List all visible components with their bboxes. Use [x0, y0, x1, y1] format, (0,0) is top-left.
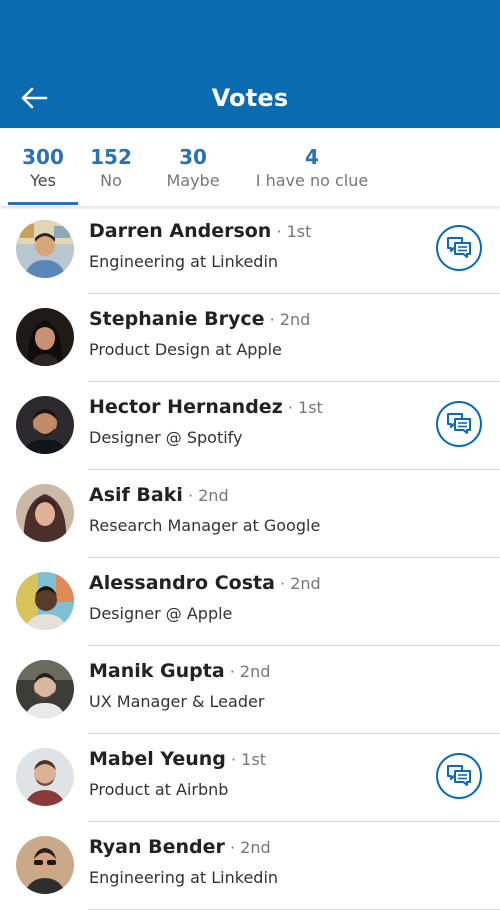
- voter-name[interactable]: Mabel Yeung: [89, 748, 226, 770]
- app-header: Votes: [0, 0, 500, 128]
- voter-headline: Designer @ Apple: [89, 604, 233, 623]
- voter-row[interactable]: Manik Gupta · 2nd UX Manager & Leader: [0, 646, 500, 734]
- voter-row[interactable]: Ryan Bender · 2nd Engineering at Linkedi…: [0, 822, 500, 910]
- voter-headline: Engineering at Linkedin: [89, 868, 279, 887]
- separator-dot: ·: [229, 838, 241, 857]
- voter-row[interactable]: Darren Anderson · 1st Engineering at Lin…: [0, 206, 500, 294]
- message-button[interactable]: [436, 753, 482, 799]
- tab-label: Yes: [30, 171, 56, 190]
- voter-name[interactable]: Stephanie Bryce: [89, 308, 265, 330]
- separator-dot: ·: [276, 222, 287, 241]
- connection-degree: 1st: [241, 750, 266, 769]
- message-icon: [447, 237, 471, 258]
- voter-row[interactable]: Asif Baki · 2nd Research Manager at Goog…: [0, 470, 500, 558]
- message-button[interactable]: [436, 401, 482, 447]
- voter-row[interactable]: Hector Hernandez · 1st Designer @ Spotif…: [0, 382, 500, 470]
- voter-list: Darren Anderson · 1st Engineering at Lin…: [0, 206, 500, 910]
- voter-name-line: Alessandro Costa · 2nd: [89, 572, 321, 594]
- tab-no-clue[interactable]: 4 I have no clue: [252, 128, 372, 206]
- tab-no[interactable]: 152 No: [82, 128, 140, 206]
- avatar[interactable]: [16, 836, 74, 894]
- avatar[interactable]: [16, 572, 74, 630]
- active-tab-indicator: [8, 202, 78, 205]
- message-icon: [447, 765, 471, 786]
- tab-label: No: [100, 171, 122, 190]
- voter-name-line: Asif Baki · 2nd: [89, 484, 229, 506]
- message-icon: [447, 413, 471, 434]
- tab-label: Maybe: [166, 171, 220, 190]
- avatar[interactable]: [16, 748, 74, 806]
- voter-name[interactable]: Hector Hernandez: [89, 396, 283, 418]
- tab-label: I have no clue: [255, 171, 369, 190]
- voter-name[interactable]: Manik Gupta: [89, 660, 225, 682]
- tab-count: 300: [22, 145, 64, 169]
- voter-headline: Designer @ Spotify: [89, 428, 243, 447]
- voter-row[interactable]: Alessandro Costa · 2nd Designer @ Apple: [0, 558, 500, 646]
- separator-dot: ·: [187, 486, 199, 505]
- voter-name[interactable]: Alessandro Costa: [89, 572, 275, 594]
- voter-name-line: Ryan Bender · 2nd: [89, 836, 271, 858]
- tab-maybe[interactable]: 30 Maybe: [158, 128, 228, 206]
- avatar[interactable]: [16, 484, 74, 542]
- voter-headline: Product Design at Apple: [89, 340, 282, 359]
- voter-name-line: Hector Hernandez · 1st: [89, 396, 323, 418]
- connection-degree: 2nd: [239, 662, 271, 681]
- voter-name[interactable]: Ryan Bender: [89, 836, 225, 858]
- voter-row[interactable]: Mabel Yeung · 1st Product at Airbnb: [0, 734, 500, 822]
- voter-name-line: Stephanie Bryce · 2nd: [89, 308, 310, 330]
- connection-degree: 1st: [286, 222, 312, 241]
- connection-degree: 2nd: [279, 310, 311, 329]
- avatar[interactable]: [16, 308, 74, 366]
- voter-name-line: Mabel Yeung · 1st: [89, 748, 266, 770]
- tab-count: 4: [305, 145, 319, 169]
- connection-degree: 2nd: [198, 486, 229, 505]
- connection-degree: 2nd: [240, 838, 271, 857]
- separator-dot: ·: [231, 750, 242, 769]
- separator-dot: ·: [269, 310, 280, 329]
- voter-name[interactable]: Asif Baki: [89, 484, 183, 506]
- avatar[interactable]: [16, 220, 74, 278]
- voter-headline: Engineering at Linkedin: [89, 252, 279, 271]
- voter-headline: Research Manager at Google: [89, 516, 321, 535]
- avatar[interactable]: [16, 660, 74, 718]
- voter-name-line: Manik Gupta · 2nd: [89, 660, 270, 682]
- avatar[interactable]: [16, 396, 74, 454]
- tab-count: 30: [179, 145, 207, 169]
- voter-name[interactable]: Darren Anderson: [89, 220, 271, 242]
- tab-yes[interactable]: 300 Yes: [8, 128, 78, 206]
- separator-dot: ·: [287, 398, 299, 417]
- page-title: Votes: [211, 84, 289, 112]
- voter-headline: UX Manager & Leader: [89, 692, 265, 711]
- vote-tabs: 300 Yes 152 No 30 Maybe 4 I have no clue: [0, 128, 500, 206]
- separator-dot: ·: [280, 574, 291, 593]
- tab-count: 152: [90, 145, 132, 169]
- voter-headline: Product at Airbnb: [89, 780, 229, 799]
- voter-row[interactable]: Stephanie Bryce · 2nd Product Design at …: [0, 294, 500, 382]
- separator-dot: ·: [229, 662, 240, 681]
- voter-name-line: Darren Anderson · 1st: [89, 220, 311, 242]
- message-button[interactable]: [436, 225, 482, 271]
- connection-degree: 2nd: [290, 574, 321, 593]
- connection-degree: 1st: [298, 398, 323, 417]
